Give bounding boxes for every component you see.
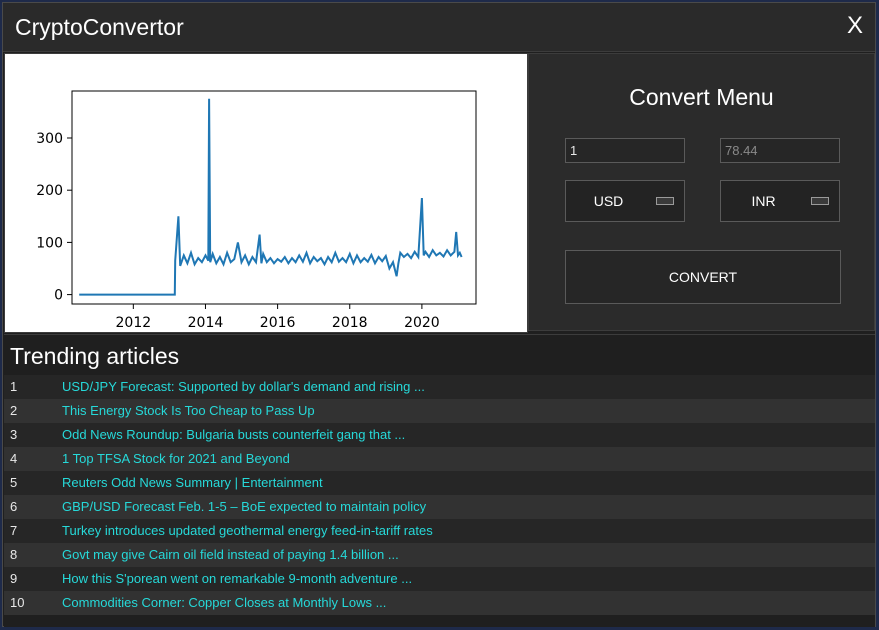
x-tick-label: 2020	[404, 315, 440, 331]
article-row[interactable]: 5 Reuters Odd News Summary | Entertainme…	[4, 471, 875, 495]
trending-articles-title: Trending articles	[10, 343, 180, 369]
article-number: 8	[10, 547, 18, 562]
to-currency-select[interactable]: INR	[720, 180, 840, 222]
x-tick-label: 2014	[188, 315, 224, 331]
convert-button[interactable]: CONVERT	[565, 250, 841, 304]
article-number: 4	[10, 451, 18, 466]
article-number: 6	[10, 499, 18, 514]
trending-articles-panel: Trending articles 1 USD/JPY Forecast: Su…	[4, 334, 875, 627]
article-link[interactable]: How this S'porean went on remarkable 9-m…	[62, 571, 412, 586]
x-tick-label: 2018	[332, 315, 368, 331]
article-link[interactable]: Commodities Corner: Copper Closes at Mon…	[62, 595, 386, 610]
dropdown-indicator-icon	[811, 197, 829, 205]
article-link[interactable]: 1 Top TFSA Stock for 2021 and Beyond	[62, 451, 290, 466]
articles-list: 1 USD/JPY Forecast: Supported by dollar'…	[4, 375, 875, 615]
from-currency-select[interactable]: USD	[565, 180, 685, 222]
article-row[interactable]: 1 USD/JPY Forecast: Supported by dollar'…	[4, 375, 875, 399]
y-tick-label: 0	[54, 288, 63, 304]
article-row[interactable]: 9 How this S'porean went on remarkable 9…	[4, 567, 875, 591]
y-tick-label: 300	[36, 131, 63, 147]
result-field[interactable]	[720, 138, 840, 163]
article-row[interactable]: 10 Commodities Corner: Copper Closes at …	[4, 591, 875, 615]
to-currency-label: INR	[751, 193, 776, 209]
from-currency-label: USD	[593, 193, 624, 209]
article-link[interactable]: Govt may give Cairn oil field instead of…	[62, 547, 399, 562]
y-tick-label: 100	[36, 235, 63, 251]
article-link[interactable]: This Energy Stock Is Too Cheap to Pass U…	[62, 403, 315, 418]
article-row[interactable]: 3 Odd News Roundup: Bulgaria busts count…	[4, 423, 875, 447]
article-row[interactable]: 7 Turkey introduces updated geothermal e…	[4, 519, 875, 543]
article-link[interactable]: Reuters Odd News Summary | Entertainment	[62, 475, 323, 490]
article-link[interactable]: GBP/USD Forecast Feb. 1-5 – BoE expected…	[62, 499, 426, 514]
title-bar: CryptoConvertor X	[3, 3, 875, 52]
article-link[interactable]: USD/JPY Forecast: Supported by dollar's …	[62, 379, 425, 394]
dropdown-indicator-icon	[656, 197, 674, 205]
article-number: 5	[10, 475, 18, 490]
article-row[interactable]: 2 This Energy Stock Is Too Cheap to Pass…	[4, 399, 875, 423]
article-number: 10	[10, 595, 25, 610]
article-link[interactable]: Turkey introduces updated geothermal ene…	[62, 523, 433, 538]
price-chart-panel: 2012 2014 2016 2018 2020 0 100 200 300	[4, 53, 528, 333]
price-chart: 2012 2014 2016 2018 2020 0 100 200 300	[36, 90, 477, 331]
plot-area	[71, 90, 477, 305]
convert-menu-title: Convert Menu	[629, 84, 774, 110]
app-window: CryptoConvertor X 2012 2014 2016 2018 2020 0 1…	[2, 2, 876, 627]
app-title: CryptoConvertor	[15, 14, 184, 40]
convert-menu-panel: Convert Menu USD INR CONVERT	[528, 53, 875, 331]
y-tick-label: 200	[36, 183, 63, 199]
article-row[interactable]: 8 Govt may give Cairn oil field instead …	[4, 543, 875, 567]
article-number: 7	[10, 523, 18, 538]
x-tick-label: 2012	[116, 315, 152, 331]
article-link[interactable]: Odd News Roundup: Bulgaria busts counter…	[62, 427, 405, 442]
article-number: 3	[10, 427, 18, 442]
close-button[interactable]: X	[841, 11, 869, 41]
x-tick-label: 2016	[260, 315, 296, 331]
article-row[interactable]: 6 GBP/USD Forecast Feb. 1-5 – BoE expect…	[4, 495, 875, 519]
article-number: 1	[10, 379, 18, 394]
article-row[interactable]: 4 1 Top TFSA Stock for 2021 and Beyond	[4, 447, 875, 471]
article-number: 2	[10, 403, 18, 418]
article-number: 9	[10, 571, 18, 586]
amount-input[interactable]	[565, 138, 685, 163]
